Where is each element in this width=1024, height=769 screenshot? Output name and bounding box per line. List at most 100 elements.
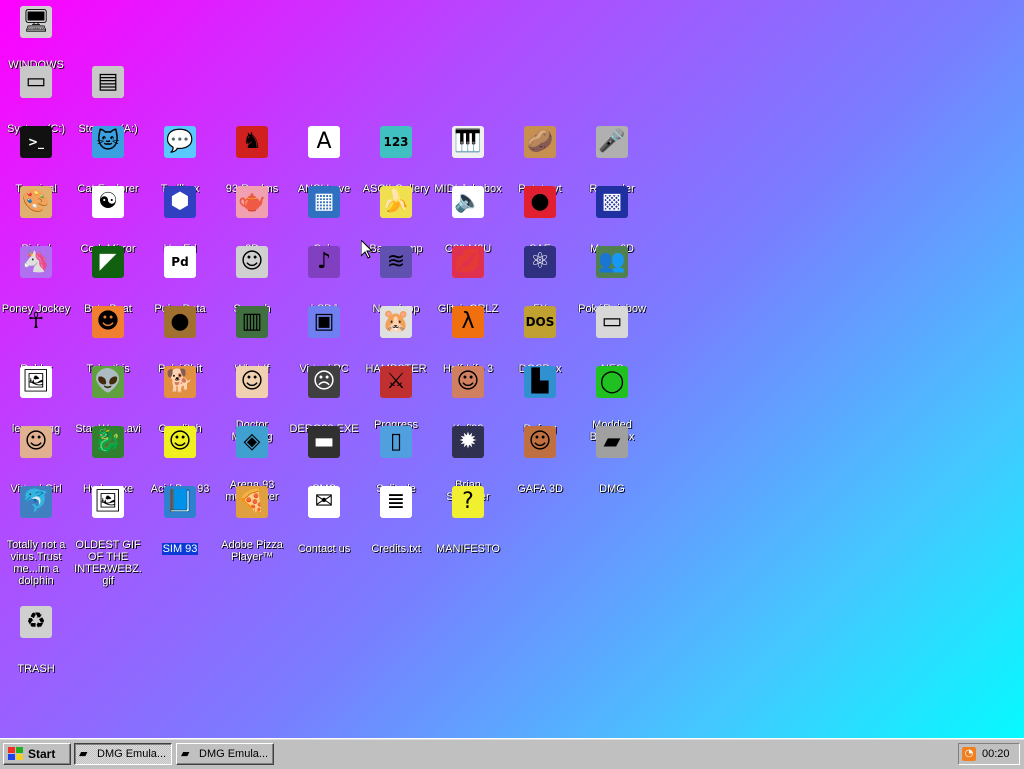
desktop-icon-label: MANIFESTO <box>436 543 500 555</box>
dolphin-icon: 🐬 <box>20 486 52 518</box>
desktop-icon-doom-face[interactable]: ☺ GAFA 3D <box>504 420 576 497</box>
question-mark-icon: ? <box>452 486 484 518</box>
nes-console-icon: ▭ <box>596 306 628 338</box>
desktop-icon-label: TRASH <box>17 663 55 675</box>
rss-icon[interactable]: ◔ <box>962 747 976 761</box>
taskbar: Start ▰ DMG Emula... ▰ DMG Emula... ◔ 00… <box>0 738 1024 769</box>
teapot-icon: 🫖 <box>236 186 268 218</box>
desktop[interactable]: 🖥WINDOWS 93▭System (C:)▤Storage (A:)>_Te… <box>0 0 1024 738</box>
doctor-icon: ☺ <box>236 366 268 398</box>
smiley-icon: ☺ <box>164 426 196 458</box>
piano-keys-icon: 🎹 <box>452 126 484 158</box>
chat-bubble-icon: 💬 <box>164 126 196 158</box>
desktop-icon-label: OLDEST GIF OF THE INTERWEBZ.gif <box>74 539 142 587</box>
dragon-icon: 🐉 <box>92 426 124 458</box>
checkered-ball-icon: ● <box>524 186 556 218</box>
desktop-icon-label: DMG <box>599 483 625 495</box>
banana-icon: 🍌 <box>380 186 412 218</box>
waveform-icon: ◤ <box>92 246 124 278</box>
book-icon: 📘 <box>164 486 196 518</box>
calculator-icon: ▦ <box>308 186 340 218</box>
taskbar-task-dmg-emulator-1[interactable]: ▰ DMG Emula... <box>74 743 172 765</box>
desktop-icon-label: Contact us <box>297 543 351 555</box>
desktop-icon-text-file[interactable]: ≣ Credits.txt <box>360 480 432 557</box>
pixel-character-icon: ☻ <box>92 306 124 338</box>
palette-icon: 🎨 <box>20 186 52 218</box>
mine-icon: ✹ <box>452 426 484 458</box>
gameboy-cartridge-icon: ▰ <box>181 747 190 760</box>
computer-icon: 🖥 <box>20 6 52 38</box>
desktop-icon-label: Totally not a virus.Trust me...im a dolp… <box>6 539 66 587</box>
nanoloop-icon: ≋ <box>380 246 412 278</box>
audio-file-icon: 🔈 <box>452 186 484 218</box>
potato-icon: 🥔 <box>524 126 556 158</box>
image-file-icon: 🖼 <box>20 366 52 398</box>
corgi-icon: 🐕 <box>164 366 196 398</box>
desktop-icon-letter-pen[interactable]: ✉ Contact us <box>288 480 360 557</box>
desktop-icon-dolphin[interactable]: 🐬 Totally not a virus.Trust me...im a dol… <box>0 480 72 589</box>
yoda-icon: 👽 <box>92 366 124 398</box>
desktop-icon-label: Adobe Pizza Player™ <box>221 539 283 563</box>
fighter-portrait-icon: ☺ <box>452 366 484 398</box>
task-label: DMG Emula... <box>97 748 167 760</box>
desktop-icon-pizza[interactable]: 🍕 Adobe Pizza Player™ <box>216 480 288 565</box>
desktop-icon-book[interactable]: 📘 SIM 93 <box>144 480 216 557</box>
cat-globe-icon: 🐱 <box>92 126 124 158</box>
mouse-cursor <box>361 240 373 259</box>
gameboy-cartridge-icon: ▰ <box>79 747 88 760</box>
desktop-icon-question-mark[interactable]: ? MANIFESTO <box>432 480 504 557</box>
window-icon: ▣ <box>308 306 340 338</box>
system-tray: ◔ 00:20 <box>958 743 1020 765</box>
monitor-face-icon: ☹ <box>308 366 340 398</box>
windows-logo-icon <box>8 747 24 761</box>
desktop-icon-recycle-bin[interactable]: ♻ TRASH <box>0 600 72 677</box>
desktop-icon-label: SIM 93 <box>161 543 199 555</box>
taskbar-task-dmg-emulator-2[interactable]: ▰ DMG Emula... <box>176 743 274 765</box>
terminal-icon: >_ <box>20 126 52 158</box>
hex-cube-icon: ⬢ <box>164 186 196 218</box>
desktop-icon-label: Credits.txt <box>371 543 421 555</box>
dosbox-icon: DOS <box>524 306 556 338</box>
recycle-bin-icon: ♻ <box>20 606 52 638</box>
crossed-swords-icon: ⚔ <box>380 366 412 398</box>
pizza-icon: 🍕 <box>236 486 268 518</box>
task-label: DMG Emula... <box>199 748 269 760</box>
hamster-icon: 🐹 <box>380 306 412 338</box>
codemirror-icon: ☯ <box>92 186 124 218</box>
start-button[interactable]: Start <box>3 743 71 765</box>
clock[interactable]: 00:20 <box>982 748 1010 760</box>
brown-blob-icon: ● <box>164 306 196 338</box>
maze-icon: ▩ <box>596 186 628 218</box>
stick-figure-icon: ☥ <box>27 309 45 334</box>
green-ring-icon: ◯ <box>596 366 628 398</box>
defrag-icon: ▙ <box>524 366 556 398</box>
gameboy-cartridge-icon: ▰ <box>596 426 628 458</box>
ansi-letter-icon: A <box>308 126 340 158</box>
lambda-icon: λ <box>452 306 484 338</box>
sega-console-icon: ▬ <box>308 426 340 458</box>
barcode-icon: ▥ <box>236 306 268 338</box>
text-file-icon: ≣ <box>380 486 412 518</box>
microphone-icon: 🎤 <box>596 126 628 158</box>
phone-icon: ▯ <box>380 426 412 458</box>
desktop-icon-gif-file[interactable]: 🖼 OLDEST GIF OF THE INTERWEBZ.gif <box>72 480 144 589</box>
doom-face-icon: ☺ <box>524 426 556 458</box>
trainers-icon: 👥 <box>596 246 628 278</box>
girl-portrait-icon: ☺ <box>20 426 52 458</box>
pd-icon: Pd <box>164 246 196 278</box>
desktop-icon-gameboy-cartridge[interactable]: ▰ DMG <box>576 420 648 497</box>
lsdj-icon: ♪ <box>308 246 340 278</box>
letter-pen-icon: ✉ <box>308 486 340 518</box>
pony-icon: 🦄 <box>20 246 52 278</box>
knight-icon: ♞ <box>236 126 268 158</box>
floppy-drive-icon: ▤ <box>92 66 124 98</box>
start-label: Start <box>28 747 56 761</box>
gif-file-icon: 🖼 <box>92 486 124 518</box>
lips-icon: 💋 <box>452 246 484 278</box>
atom-icon: ⚛ <box>524 246 556 278</box>
face-icon: ☺ <box>236 246 268 278</box>
desktop-icon-label: GAFA 3D <box>517 483 563 495</box>
cube-icon: ◈ <box>236 426 268 458</box>
hard-drive-icon: ▭ <box>20 66 52 98</box>
numbers-icon: 123 <box>380 126 412 158</box>
